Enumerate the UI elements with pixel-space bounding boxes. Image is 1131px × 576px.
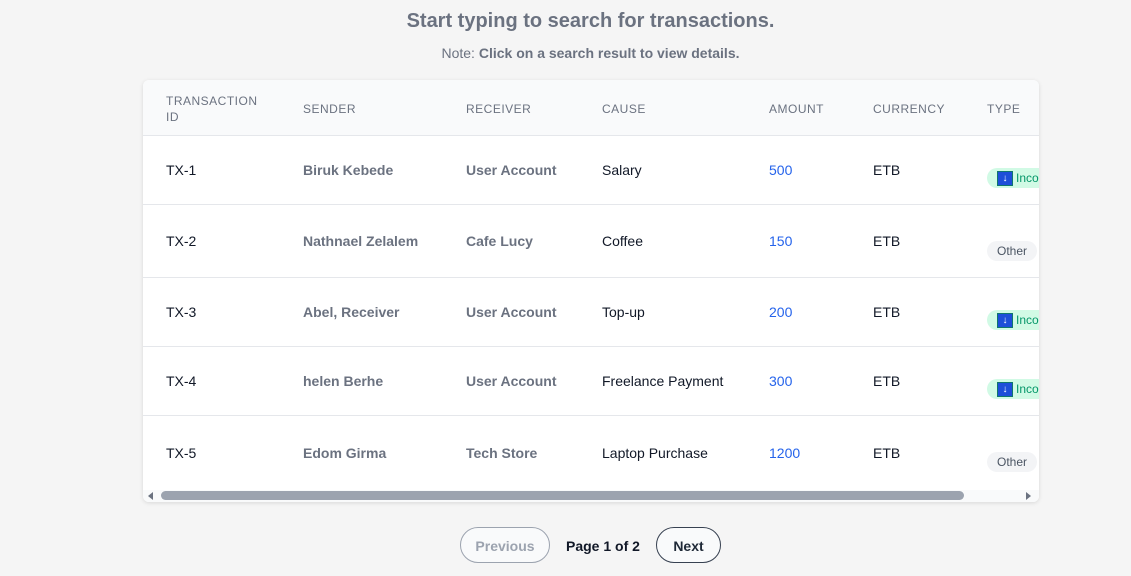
previous-page-button[interactable]: Previous — [460, 527, 550, 563]
type-badge-income: ↓ Inco — [987, 168, 1039, 188]
sender: helen Berhe — [303, 373, 384, 389]
sender: Edom Girma — [303, 445, 387, 461]
table-row[interactable]: TX-2 Nathnael Zelalem Cafe Lucy Coffee 1… — [143, 205, 1039, 278]
receiver: Tech Store — [466, 445, 538, 461]
transaction-id: TX-4 — [166, 373, 197, 389]
scroll-right-icon[interactable] — [1026, 492, 1031, 500]
page-title: Start typing to search for transactions. — [406, 10, 775, 32]
receiver: User Account — [466, 304, 557, 320]
currency: ETB — [873, 373, 901, 389]
table-row[interactable]: TX-3 Abel, Receiver User Account Top-up … — [143, 278, 1039, 347]
transaction-id: TX-5 — [166, 445, 197, 461]
cause: Top-up — [602, 304, 645, 320]
column-header-amount: AMOUNT — [769, 102, 824, 116]
sender: Abel, Receiver — [303, 304, 400, 320]
arrow-down-icon: ↓ — [997, 171, 1013, 187]
currency: ETB — [873, 304, 901, 320]
amount: 150 — [769, 233, 793, 249]
arrow-down-icon: ↓ — [997, 313, 1013, 329]
amount: 300 — [769, 373, 793, 389]
transactions-table: TRANSACTION ID SENDER RECEIVER CAUSE AMO… — [143, 80, 1039, 502]
scroll-left-icon[interactable] — [148, 492, 153, 500]
cause: Salary — [602, 162, 642, 178]
cause: Coffee — [602, 233, 643, 249]
receiver: Cafe Lucy — [466, 233, 533, 249]
horizontal-scrollbar[interactable] — [143, 490, 1039, 502]
transaction-id: TX-1 — [166, 162, 197, 178]
currency: ETB — [873, 162, 901, 178]
transaction-id: TX-2 — [166, 233, 197, 249]
amount: 500 — [769, 162, 793, 178]
column-header-cause: CAUSE — [602, 102, 646, 116]
amount: 1200 — [769, 445, 801, 461]
transaction-id: TX-3 — [166, 304, 197, 320]
type-badge-other: Other — [987, 241, 1038, 261]
currency: ETB — [873, 445, 901, 461]
receiver: User Account — [466, 373, 557, 389]
sender: Nathnael Zelalem — [303, 233, 419, 249]
type-label: Inco — [1016, 171, 1039, 185]
search-note: Note: Click on a search result to view d… — [0, 45, 1131, 61]
type-label: Inco — [1016, 382, 1039, 396]
table-row[interactable]: TX-4 helen Berhe User Account Freelance … — [143, 347, 1039, 416]
receiver: User Account — [466, 162, 557, 178]
column-header-sender: SENDER — [303, 102, 357, 116]
table-row[interactable]: TX-1 Biruk Kebede User Account Salary 50… — [143, 136, 1039, 205]
page-indicator: Page 1 of 2 — [566, 538, 640, 554]
table-row[interactable]: TX-5 Edom Girma Tech Store Laptop Purcha… — [143, 416, 1039, 490]
column-header-receiver: RECEIVER — [466, 102, 532, 116]
note-label: Note: — [441, 45, 475, 61]
currency: ETB — [873, 233, 901, 249]
sender: Biruk Kebede — [303, 162, 394, 178]
column-header-type: TYPE — [987, 102, 1021, 116]
type-badge-other: Other — [987, 452, 1038, 472]
type-label: Inco — [1016, 313, 1039, 327]
table-header: TRANSACTION ID SENDER RECEIVER CAUSE AMO… — [143, 80, 1039, 136]
column-header-transaction-id: TRANSACTION ID — [166, 94, 258, 124]
scrollbar-thumb[interactable] — [161, 491, 964, 500]
note-text: Click on a search result to view details… — [478, 45, 740, 61]
amount: 200 — [769, 304, 793, 320]
arrow-down-icon: ↓ — [997, 382, 1013, 398]
cause: Freelance Payment — [602, 373, 724, 389]
column-header-currency: CURRENCY — [873, 102, 946, 116]
type-badge-income: ↓ Inco — [987, 310, 1039, 330]
next-page-button[interactable]: Next — [656, 527, 721, 563]
cause: Laptop Purchase — [602, 445, 708, 461]
type-badge-income: ↓ Inco — [987, 379, 1039, 399]
